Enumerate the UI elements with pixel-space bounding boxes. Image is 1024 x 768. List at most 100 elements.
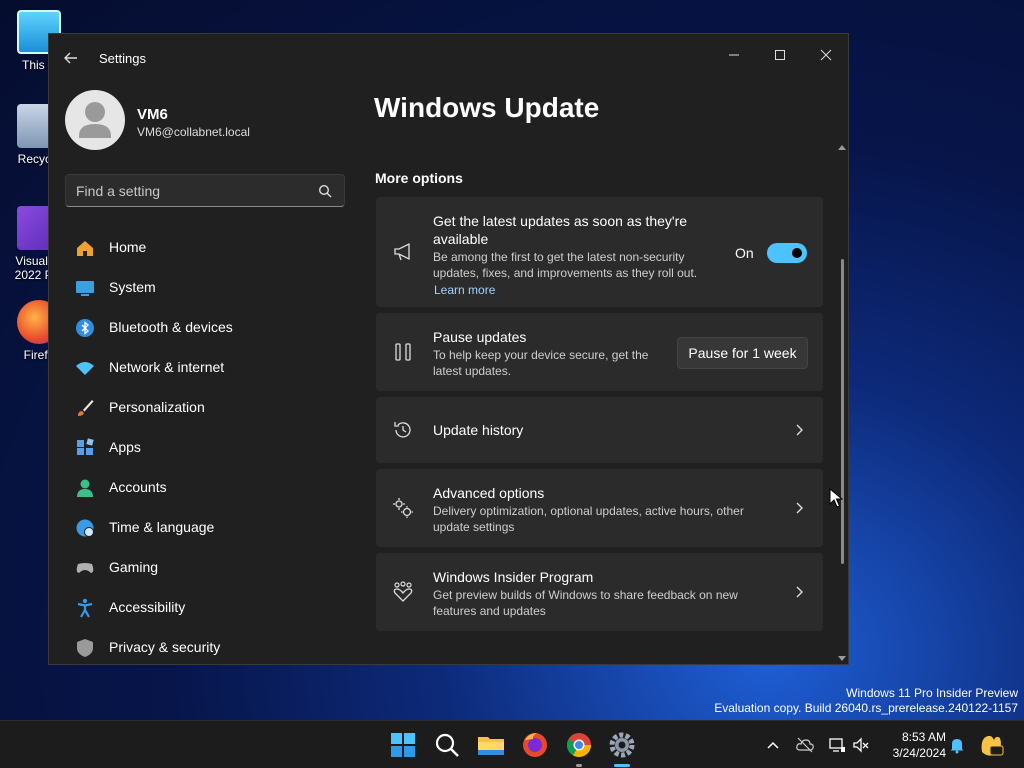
- pause-for-1-week-button[interactable]: Pause for 1 week: [677, 337, 808, 369]
- gamepad-icon: [76, 563, 94, 573]
- sidebar-item-label: Time & language: [109, 519, 215, 535]
- toggle-state-label: On: [735, 245, 754, 261]
- sidebar-item-label: Bluetooth & devices: [109, 319, 233, 335]
- megaphone-icon: [394, 242, 410, 261]
- advanced-options-card[interactable]: Advanced options Delivery optimization, …: [376, 469, 823, 547]
- history-icon: [394, 422, 411, 438]
- sidebar-item-personalization[interactable]: Personalization: [65, 387, 345, 427]
- sidebar-item-label: Accounts: [109, 479, 167, 495]
- maximize-button[interactable]: [757, 40, 803, 70]
- sidebar-item-label: Accessibility: [109, 599, 186, 615]
- sidebar-item-system[interactable]: System: [65, 267, 345, 307]
- page-title: Windows Update: [374, 92, 600, 123]
- sidebar-item-label: Network & internet: [109, 359, 225, 375]
- shield-icon: [77, 639, 93, 657]
- sidebar-item-home[interactable]: Home: [65, 227, 345, 267]
- sidebar-nav: Home System Bluetooth & devices Network …: [65, 227, 345, 664]
- start-windows-icon[interactable]: [388, 730, 418, 760]
- scroll-down-icon[interactable]: [838, 654, 846, 662]
- scroll-up-icon[interactable]: [838, 144, 846, 152]
- taskbar-search-icon[interactable]: [432, 730, 462, 760]
- pause-updates-card: Pause updates To help keep your device s…: [376, 313, 823, 391]
- apps-icon: [77, 438, 94, 455]
- network-monitor-icon[interactable]: [828, 736, 846, 754]
- settings-window: Settings VM6 VM6@collabnet.local Home Sy…: [48, 33, 849, 665]
- update-history-card[interactable]: Update history: [376, 397, 823, 463]
- sidebar-item-label: Home: [109, 239, 147, 255]
- sidebar-item-label: System: [109, 279, 156, 295]
- sidebar-item-accessibility[interactable]: Accessibility: [65, 587, 345, 627]
- clock-date: 3/24/2024: [892, 746, 946, 760]
- window-title: Settings: [99, 51, 146, 66]
- settings-active-indicator: [614, 764, 630, 767]
- gears-icon: [393, 498, 413, 518]
- minimize-icon: [729, 54, 739, 56]
- latest-updates-description: Be among the first to get the latest non…: [433, 250, 698, 280]
- watermark-line: Windows 11 Pro Insider Preview: [846, 686, 1018, 700]
- taskbar-clock[interactable]: 8:53 AM 3/24/2024: [880, 729, 946, 761]
- user-silhouette-icon: [79, 102, 111, 138]
- latest-updates-toggle[interactable]: [767, 243, 807, 263]
- show-hidden-icons-chevron-up-icon[interactable]: [764, 736, 782, 754]
- firefox-taskbar-icon[interactable]: [520, 730, 550, 760]
- sidebar-item-label: Privacy & security: [109, 639, 221, 655]
- pause-icon: [395, 343, 411, 361]
- taskbar: 8:53 AM 3/24/2024: [0, 720, 1024, 768]
- cloud-offline-icon[interactable]: [796, 736, 814, 754]
- back-arrow-icon: [64, 52, 77, 64]
- pause-updates-title: Pause updates: [433, 329, 527, 345]
- minimize-button[interactable]: [711, 40, 757, 70]
- maximize-icon: [775, 50, 785, 60]
- chevron-right-icon: [796, 502, 803, 514]
- section-title: More options: [375, 170, 463, 186]
- sidebar-item-network[interactable]: Network & internet: [65, 347, 345, 387]
- sidebar-item-privacy[interactable]: Privacy & security: [65, 627, 345, 664]
- pause-updates-description: To help keep your device secure, get the…: [433, 348, 649, 378]
- user-email: VM6@collabnet.local: [137, 125, 250, 139]
- copilot-preview-icon[interactable]: [978, 732, 1004, 758]
- windows-insider-card[interactable]: Windows Insider Program Get preview buil…: [376, 553, 823, 631]
- advanced-options-description: Delivery optimization, optional updates,…: [433, 504, 744, 534]
- volume-muted-icon[interactable]: [852, 736, 870, 754]
- evaluation-watermark: Windows 11 Pro Insider Preview Evaluatio…: [714, 686, 1018, 716]
- latest-updates-title: Get the latest updates as soon as they'r…: [433, 213, 688, 247]
- windows-insider-title: Windows Insider Program: [433, 569, 594, 585]
- search-input[interactable]: [76, 182, 306, 200]
- wifi-icon: [76, 362, 94, 375]
- scrollbar-thumb[interactable]: [841, 259, 844, 564]
- search-icon[interactable]: [318, 184, 332, 198]
- accessibility-icon: [77, 598, 93, 618]
- search-box[interactable]: [65, 174, 345, 207]
- toggle-knob: [792, 248, 802, 258]
- home-icon: [77, 241, 93, 256]
- content-scrollbar[interactable]: [838, 142, 846, 664]
- avatar[interactable]: [65, 90, 125, 150]
- chrome-running-indicator: [576, 764, 582, 767]
- learn-more-link[interactable]: Learn more: [434, 283, 495, 297]
- sidebar-item-bluetooth[interactable]: Bluetooth & devices: [65, 307, 345, 347]
- title-bar[interactable]: Settings: [49, 34, 848, 82]
- user-name: VM6: [137, 106, 168, 123]
- brush-icon: [78, 400, 94, 416]
- globe-icon: [76, 519, 94, 537]
- accounts-icon: [77, 479, 93, 497]
- notification-bell-icon[interactable]: [948, 736, 966, 754]
- bluetooth-icon: [76, 319, 94, 337]
- settings-gear-icon[interactable]: [607, 730, 637, 760]
- sidebar-item-label: Apps: [109, 439, 141, 455]
- watermark-line: Evaluation copy. Build 26040.rs_prerelea…: [714, 701, 1018, 715]
- close-button[interactable]: [803, 40, 848, 70]
- sidebar-item-gaming[interactable]: Gaming: [65, 547, 345, 587]
- close-icon: [820, 49, 832, 61]
- back-button[interactable]: [61, 48, 81, 68]
- mouse-cursor-icon: [829, 488, 843, 508]
- clock-time: 8:53 AM: [901, 730, 946, 744]
- update-history-title: Update history: [433, 422, 524, 438]
- file-explorer-icon[interactable]: [476, 730, 506, 760]
- sidebar-item-time-language[interactable]: Time & language: [65, 507, 345, 547]
- insider-hearts-icon: [393, 581, 413, 602]
- sidebar-item-label: Gaming: [109, 559, 159, 575]
- sidebar-item-apps[interactable]: Apps: [65, 427, 345, 467]
- chrome-icon[interactable]: [564, 730, 594, 760]
- sidebar-item-accounts[interactable]: Accounts: [65, 467, 345, 507]
